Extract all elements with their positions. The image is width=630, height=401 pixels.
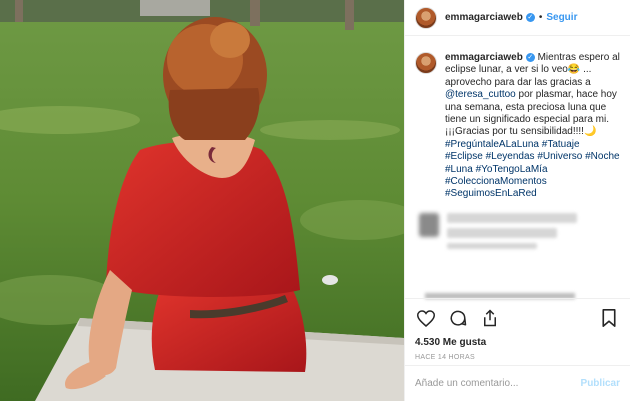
likes-count[interactable]: 4.530 Me gusta xyxy=(415,337,620,348)
comment-input[interactable] xyxy=(415,378,581,389)
publish-button[interactable]: Publicar xyxy=(581,378,620,389)
hashtag-link[interactable]: #Leyendas xyxy=(486,151,535,162)
avatar[interactable] xyxy=(415,6,437,29)
hashtag-link[interactable]: #YoTengoLaMía xyxy=(476,164,548,175)
post-side-panel: emmagarciaweb ✓ • Seguir emmagarciaweb ✓ … xyxy=(404,0,630,401)
post-photo[interactable] xyxy=(0,0,404,401)
comment-icon[interactable] xyxy=(447,307,469,329)
emoji-laugh-icon: 😂 xyxy=(567,64,581,76)
emoji-moon-icon: 🌙 xyxy=(583,126,597,138)
photo-illustration xyxy=(0,0,404,401)
post-actions: 4.530 Me gusta HACE 14 HORAS xyxy=(405,298,630,361)
blurred-comment xyxy=(419,213,589,254)
verified-badge-icon: ✓ xyxy=(525,52,535,62)
hashtag-link[interactable]: #SeguimosEnLaRed xyxy=(445,188,537,199)
follow-button[interactable]: Seguir xyxy=(546,12,577,23)
action-icon-row xyxy=(415,307,620,329)
blurred-comment-text xyxy=(447,213,589,249)
hashtag-link[interactable]: #ColeccionaMomentos xyxy=(445,176,547,187)
caption-username[interactable]: emmagarciaweb xyxy=(445,52,523,63)
hashtag-link[interactable]: #Noche xyxy=(585,151,619,162)
caption-text: emmagarciaweb ✓ Mientras espero al eclips… xyxy=(445,52,620,201)
hashtag-link[interactable]: #Tatuaje xyxy=(542,139,580,150)
avatar[interactable] xyxy=(415,52,437,74)
header-separator: • xyxy=(538,12,543,23)
instagram-post: emmagarciaweb ✓ • Seguir emmagarciaweb ✓ … xyxy=(0,0,630,401)
blurred-avatar xyxy=(419,213,439,237)
post-header: emmagarciaweb ✓ • Seguir xyxy=(405,0,630,36)
mention-link[interactable]: @teresa_cuttoo xyxy=(445,89,516,100)
verified-badge-icon: ✓ xyxy=(525,13,535,22)
add-comment-bar: Publicar xyxy=(405,365,630,401)
hashtag-link[interactable]: #PregúntaleALaLuna xyxy=(445,139,539,150)
comments-section: emmagarciaweb ✓ Mientras espero al eclips… xyxy=(405,52,630,201)
caption-row: emmagarciaweb ✓ Mientras espero al eclips… xyxy=(415,52,620,201)
hashtag-link[interactable]: #Universo xyxy=(537,151,582,162)
hashtag-link[interactable]: #Luna xyxy=(445,164,473,175)
share-icon[interactable] xyxy=(479,307,501,329)
heart-icon[interactable] xyxy=(415,307,437,329)
hashtag-link[interactable]: #Eclipse xyxy=(445,151,483,162)
header-username[interactable]: emmagarciaweb xyxy=(445,12,523,23)
post-timestamp: HACE 14 HORAS xyxy=(415,354,475,361)
bookmark-icon[interactable] xyxy=(598,307,620,329)
